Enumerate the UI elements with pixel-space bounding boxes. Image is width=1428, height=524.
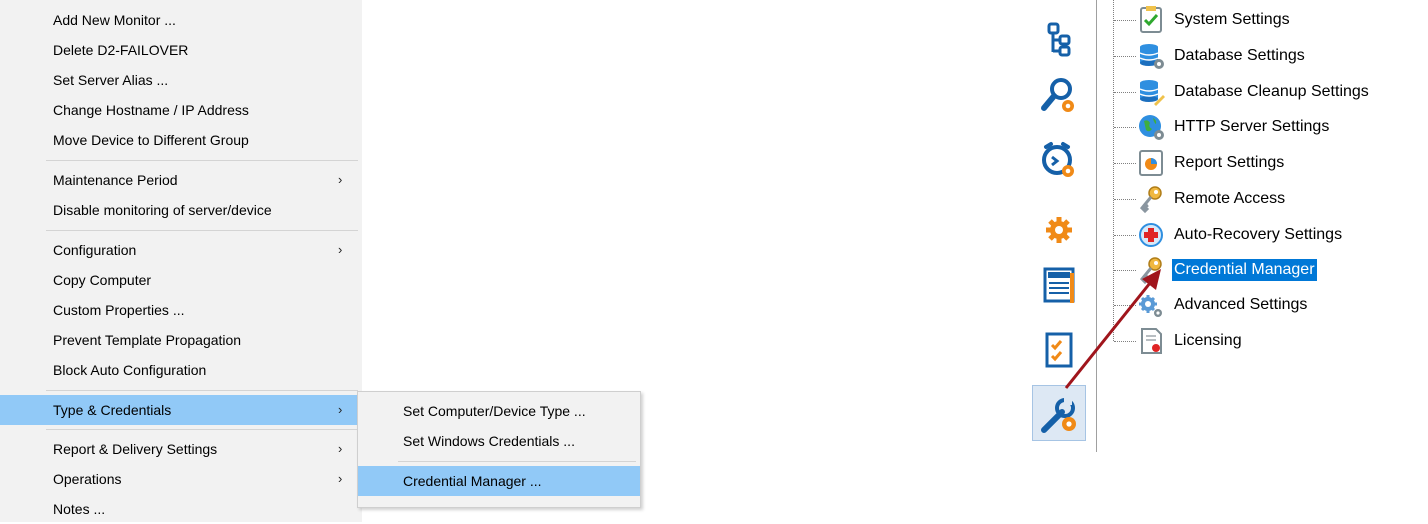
annotation-arrow-line — [1064, 282, 1152, 389]
annotation-arrowhead — [1142, 269, 1161, 290]
annotation-arrow — [1064, 269, 1161, 389]
